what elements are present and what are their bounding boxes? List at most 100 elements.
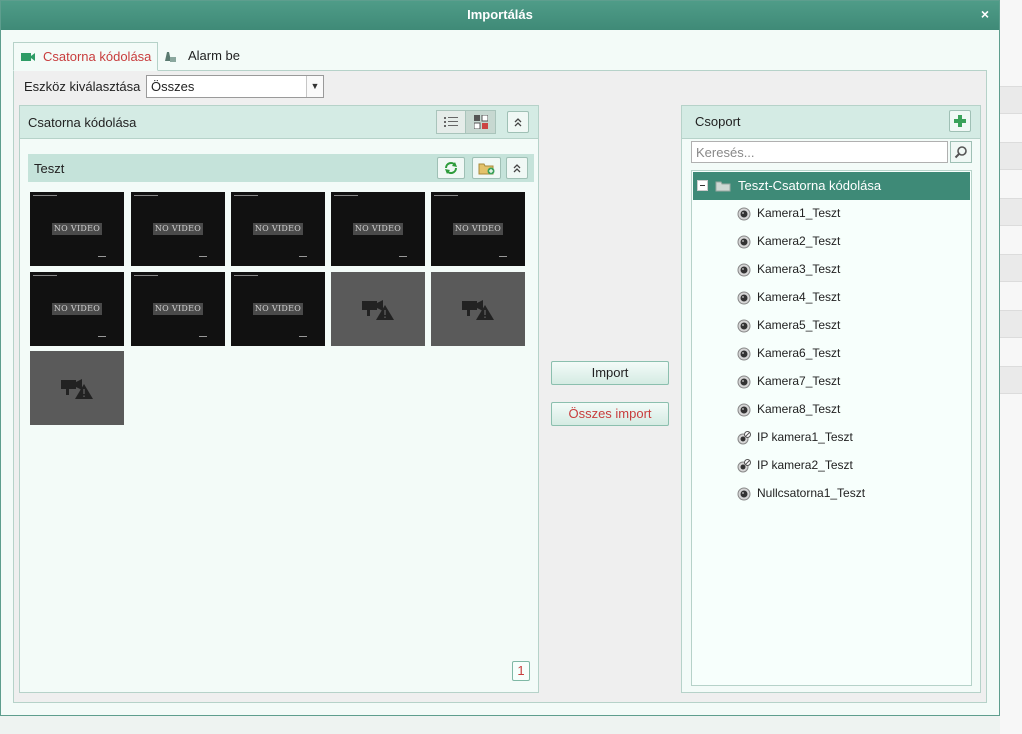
background-row	[1000, 142, 1022, 170]
tree-item[interactable]: Nullcsatorna1_Teszt	[737, 480, 967, 508]
import-button[interactable]: Import	[551, 361, 669, 385]
camera-icon	[737, 207, 751, 221]
tab-label: Csatorna kódolása	[43, 49, 152, 64]
tree-item[interactable]: Kamera7_Teszt	[737, 368, 967, 396]
tree-item-label: IP kamera2_Teszt	[757, 458, 853, 472]
background-row	[1000, 366, 1022, 394]
tree-item-label: Kamera5_Teszt	[757, 318, 841, 332]
tree-item[interactable]: Kamera8_Teszt	[737, 396, 967, 424]
channel-panel-title: Csatorna kódolása	[28, 115, 137, 130]
collapse-icon[interactable]	[697, 180, 708, 191]
group-title: Teszt	[34, 161, 65, 176]
no-video-label: NO VIDEO	[153, 303, 203, 315]
no-video-label: NO VIDEO	[253, 223, 303, 235]
background-app-strip	[1000, 0, 1022, 734]
tree-item-label: IP kamera1_Teszt	[757, 430, 853, 444]
tree-item-label: Kamera2_Teszt	[757, 234, 841, 248]
add-group-button[interactable]	[949, 110, 971, 132]
no-video-label: NO VIDEO	[153, 223, 203, 235]
group-panel-title: Csoport	[695, 114, 741, 129]
channel-panel-header: Csatorna kódolása	[20, 106, 538, 139]
camera-icon	[737, 291, 751, 305]
channel-thumbnail-offline[interactable]	[331, 272, 425, 346]
channel-thumbnail[interactable]: NO VIDEO	[331, 192, 425, 266]
tree-item[interactable]: Kamera4_Teszt	[737, 284, 967, 312]
refresh-button[interactable]	[437, 157, 465, 179]
chevron-double-up-icon	[513, 164, 521, 173]
search-input[interactable]	[691, 141, 948, 163]
no-video-label: NO VIDEO	[52, 303, 102, 315]
refresh-icon	[445, 162, 457, 174]
channel-thumbnail[interactable]: NO VIDEO	[231, 272, 325, 346]
tree-item-label: Nullcsatorna1_Teszt	[757, 486, 866, 500]
page-number-button[interactable]: 1	[512, 661, 530, 681]
ip-camera-icon	[737, 431, 751, 445]
tab-alarm-input[interactable]: Alarm be	[162, 42, 272, 71]
channel-thumbnail-offline[interactable]	[431, 272, 525, 346]
tab-label: Alarm be	[188, 48, 241, 63]
channel-thumbnail-offline[interactable]	[30, 351, 124, 425]
group-panel-header: Csoport	[682, 106, 980, 139]
device-select[interactable]: Összes ▼	[146, 75, 324, 98]
no-video-label: NO VIDEO	[253, 303, 303, 315]
tree-item[interactable]: Kamera2_Teszt	[737, 228, 967, 256]
add-to-group-button[interactable]	[472, 157, 501, 179]
camera-warning-icon	[61, 379, 93, 399]
chevron-down-icon[interactable]: ▼	[306, 76, 323, 97]
channel-thumbnail[interactable]: NO VIDEO	[30, 192, 124, 266]
channel-thumbnail[interactable]: NO VIDEO	[231, 192, 325, 266]
channel-thumbnail[interactable]: NO VIDEO	[131, 272, 225, 346]
camera-icon	[737, 403, 751, 417]
camera-icon	[737, 235, 751, 249]
ip-camera-icon	[737, 459, 751, 473]
group-bar: Teszt	[28, 154, 534, 182]
list-view-button[interactable]	[437, 111, 466, 133]
tree-root-node[interactable]: Teszt-Csatorna kódolása	[693, 172, 970, 200]
tree-item-label: Kamera4_Teszt	[757, 290, 841, 304]
video-camera-icon	[21, 53, 35, 61]
background-row	[1000, 86, 1022, 114]
tree-item[interactable]: IP kamera1_Teszt	[737, 424, 967, 452]
folder-icon	[715, 181, 731, 192]
alarm-input-icon	[165, 52, 176, 62]
collapse-panel-button[interactable]	[507, 111, 529, 133]
grid-view-icon	[473, 115, 488, 129]
camera-icon	[737, 347, 751, 361]
tree-item-label: Kamera6_Teszt	[757, 346, 841, 360]
tab-channel-encoding[interactable]: Csatorna kódolása	[13, 42, 158, 71]
no-video-label: NO VIDEO	[453, 223, 503, 235]
device-filter-label: Eszköz kiválasztása	[24, 79, 141, 94]
camera-icon	[737, 375, 751, 389]
tree-item[interactable]: Kamera3_Teszt	[737, 256, 967, 284]
camera-warning-icon	[362, 300, 394, 320]
background-row	[1000, 310, 1022, 338]
tree-item[interactable]: Kamera6_Teszt	[737, 340, 967, 368]
close-icon[interactable]: ×	[977, 1, 993, 29]
camera-icon	[737, 487, 751, 501]
tree-item[interactable]: Kamera1_Teszt	[737, 200, 967, 228]
no-video-label: NO VIDEO	[353, 223, 403, 235]
search-button[interactable]	[950, 141, 972, 163]
search-icon	[954, 146, 967, 159]
grid-view-button[interactable]	[466, 111, 495, 133]
chevron-double-up-icon	[514, 118, 522, 127]
list-view-icon	[444, 117, 458, 127]
view-toggle	[436, 110, 496, 134]
channel-thumbnail[interactable]: NO VIDEO	[30, 272, 124, 346]
channel-thumbnail[interactable]: NO VIDEO	[431, 192, 525, 266]
tree-item[interactable]: Kamera5_Teszt	[737, 312, 967, 340]
background-row	[1000, 254, 1022, 282]
group-tree: Teszt-Csatorna kódolása Kamera1_Teszt Ka…	[691, 170, 972, 686]
tree-root-label: Teszt-Csatorna kódolása	[738, 178, 882, 193]
collapse-group-button[interactable]	[506, 157, 528, 179]
channel-thumbnail[interactable]: NO VIDEO	[131, 192, 225, 266]
folder-add-icon	[478, 163, 494, 175]
camera-icon	[737, 263, 751, 277]
dialog-title: Importálás	[467, 7, 533, 22]
tree-item[interactable]: IP kamera2_Teszt	[737, 452, 967, 480]
tree-item-label: Kamera3_Teszt	[757, 262, 841, 276]
tree-item-label: Kamera8_Teszt	[757, 402, 841, 416]
group-panel: Csoport Teszt-Csatorna kódolása Kamera1_…	[681, 105, 981, 693]
import-all-button[interactable]: Összes import	[551, 402, 669, 426]
camera-icon	[737, 319, 751, 333]
